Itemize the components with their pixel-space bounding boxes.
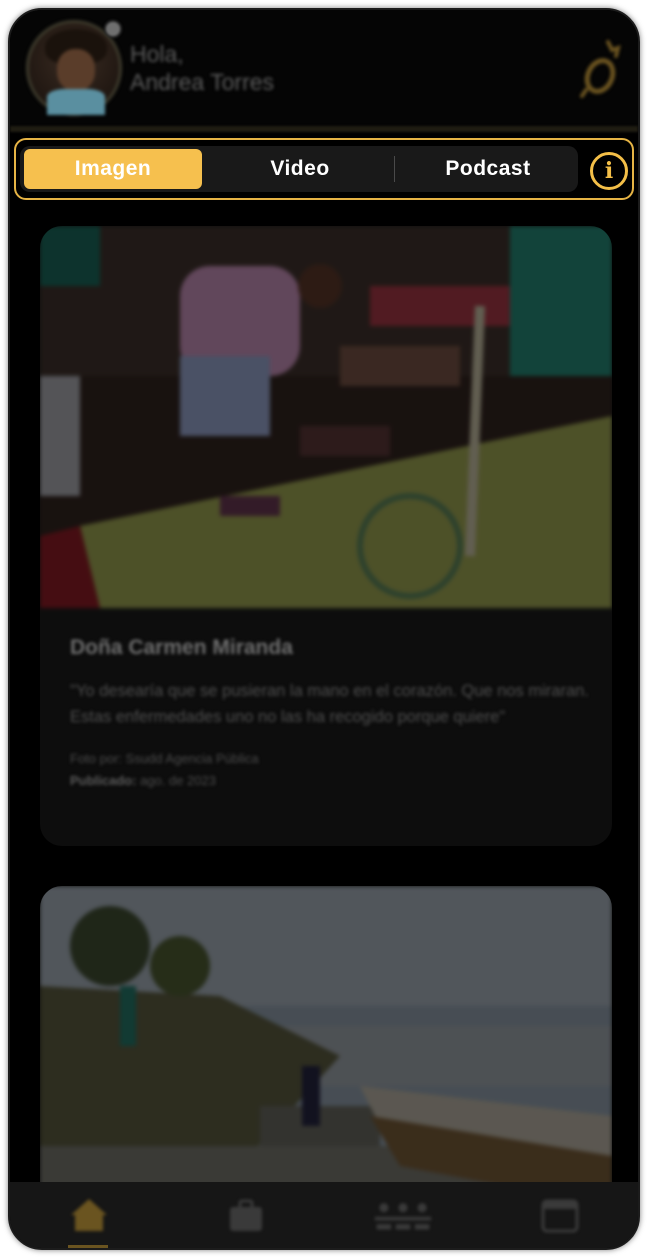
greeting-text: Hola, (130, 41, 184, 67)
brand-logo-icon[interactable] (578, 38, 624, 98)
nav-calendar-icon[interactable] (530, 1190, 590, 1240)
tab-video[interactable]: Video (210, 149, 390, 189)
avatar-shirt (47, 89, 105, 115)
bottom-navigation (10, 1182, 638, 1248)
story-meta: Foto por: Ssudd Agencia Pública Publicad… (70, 748, 590, 792)
nav-briefcase-icon[interactable] (216, 1190, 276, 1240)
story-card[interactable]: Doña Carmen Miranda "Yo desearía que se … (40, 226, 612, 846)
tab-divider (394, 156, 395, 182)
published-date: Publicado: ago. de 2023 (70, 770, 590, 792)
story-quote: "Yo desearía que se pusieran la mano en … (70, 682, 589, 726)
avatar-badge-icon (104, 20, 122, 38)
story-title: Doña Carmen Miranda (70, 636, 293, 659)
story-body: Doña Carmen Miranda "Yo desearía que se … (70, 636, 590, 792)
story-photo (40, 886, 612, 1190)
briefcase-icon (229, 1199, 262, 1231)
calendar-icon (541, 1199, 578, 1233)
app-header: Hola, Andrea Torres (10, 10, 638, 132)
header-divider (10, 126, 638, 132)
photo-credit: Foto por: Ssudd Agencia Pública (70, 748, 590, 770)
avatar-face (57, 49, 95, 91)
user-name: Andrea Torres (130, 69, 275, 95)
story-card[interactable] (40, 886, 612, 1190)
tab-podcast[interactable]: Podcast (398, 149, 578, 189)
published-label: Publicado: (70, 773, 137, 788)
published-value: ago. de 2023 (140, 773, 216, 788)
nav-home-icon[interactable] (59, 1190, 119, 1240)
home-icon (70, 1199, 107, 1231)
community-icon (374, 1203, 431, 1230)
info-icon[interactable]: i (590, 152, 628, 190)
phone-screen: Hola, Andrea Torres Imagen Video Podcast… (8, 8, 640, 1250)
segmented-control: Imagen Video Podcast (20, 146, 578, 192)
photo-credit-value: Ssudd Agencia Pública (125, 751, 259, 766)
active-tab-indicator (68, 1245, 108, 1248)
nav-community-icon[interactable] (373, 1190, 433, 1240)
tab-imagen[interactable]: Imagen (24, 149, 202, 189)
story-photo (40, 226, 612, 608)
content-feed[interactable]: Doña Carmen Miranda "Yo desearía que se … (10, 210, 638, 1190)
photo-credit-label: Foto por: (70, 751, 123, 766)
greeting: Hola, Andrea Torres (130, 40, 274, 96)
media-type-selector: Imagen Video Podcast i (14, 138, 634, 200)
